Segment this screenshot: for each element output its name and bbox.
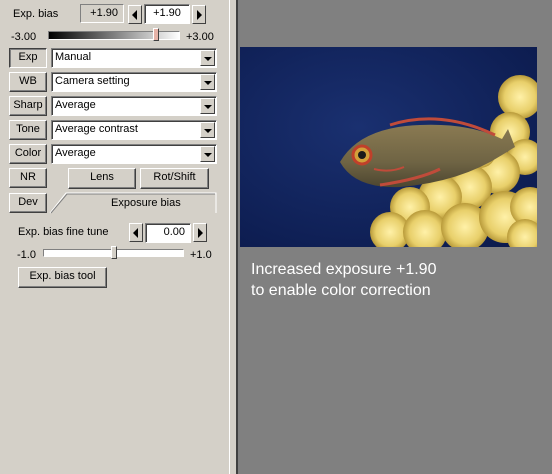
exp-bias-decrement-button[interactable] — [128, 5, 142, 24]
sharp-button[interactable]: Sharp — [9, 96, 47, 116]
caption-line-1: Increased exposure +1.90 — [251, 261, 437, 278]
fish-photo — [240, 47, 537, 247]
exp-bias-tool-button[interactable]: Exp. bias tool — [18, 267, 107, 288]
tone-value: Average contrast — [55, 123, 138, 135]
tone-button[interactable]: Tone — [9, 120, 47, 140]
caption-line-2: to enable color correction — [251, 282, 431, 299]
fine-tune-slider-thumb[interactable] — [110, 246, 117, 259]
sharp-value: Average — [55, 99, 96, 111]
wb-button[interactable]: WB — [9, 72, 47, 92]
fine-tune-decrement-button[interactable] — [129, 223, 143, 242]
color-value: Average — [55, 147, 96, 159]
exp-bias-slider-track[interactable] — [48, 31, 180, 40]
preview-image — [240, 47, 537, 247]
exp-bias-slider-thumb[interactable] — [152, 28, 159, 41]
wb-select[interactable]: Camera setting — [51, 72, 217, 92]
chevron-down-icon[interactable] — [200, 50, 215, 66]
fine-tune-max-label: +1.0 — [190, 249, 212, 261]
chevron-down-icon[interactable] — [200, 146, 215, 162]
wb-value: Camera setting — [55, 75, 130, 87]
tab-lens[interactable]: Lens — [68, 168, 136, 189]
caption: Increased exposure +1.90 to enable color… — [251, 259, 531, 301]
exp-mode-value: Manual — [55, 51, 92, 63]
fine-tune-min-label: -1.0 — [17, 249, 36, 261]
tab-rot-shift[interactable]: Rot/Shift — [140, 168, 209, 189]
exp-bias-label: Exp. bias — [13, 8, 59, 20]
fine-tune-value-field[interactable]: 0.00 — [145, 223, 191, 243]
exp-mode-select[interactable]: Manual — [51, 48, 217, 68]
chevron-down-icon[interactable] — [200, 74, 215, 90]
chevron-down-icon[interactable] — [200, 98, 215, 114]
fine-tune-increment-button[interactable] — [193, 223, 207, 242]
exp-button[interactable]: Exp — [9, 48, 47, 68]
nr-button[interactable]: NR — [9, 168, 47, 188]
dev-button[interactable]: Dev — [9, 193, 47, 213]
sharp-select[interactable]: Average — [51, 96, 217, 116]
image-viewer: Increased exposure +1.90 to enable color… — [238, 0, 552, 474]
exp-bias-max-label: +3.00 — [186, 31, 214, 43]
tab-exposure-bias[interactable]: Exposure bias — [111, 197, 181, 209]
fine-tune-label: Exp. bias fine tune — [18, 226, 109, 238]
tone-select[interactable]: Average contrast — [51, 120, 217, 140]
exp-bias-value-field[interactable]: +1.90 — [144, 4, 190, 24]
color-button[interactable]: Color — [9, 144, 47, 164]
exp-bias-readout: +1.90 — [80, 4, 124, 23]
chevron-down-icon[interactable] — [200, 122, 215, 138]
exp-bias-increment-button[interactable] — [192, 5, 206, 24]
exp-bias-min-label: -3.00 — [11, 31, 37, 43]
control-panel: Exp. bias +1.90 +1.90 -3.00 +3.00 Exp Ma… — [0, 0, 229, 474]
color-select[interactable]: Average — [51, 144, 217, 164]
